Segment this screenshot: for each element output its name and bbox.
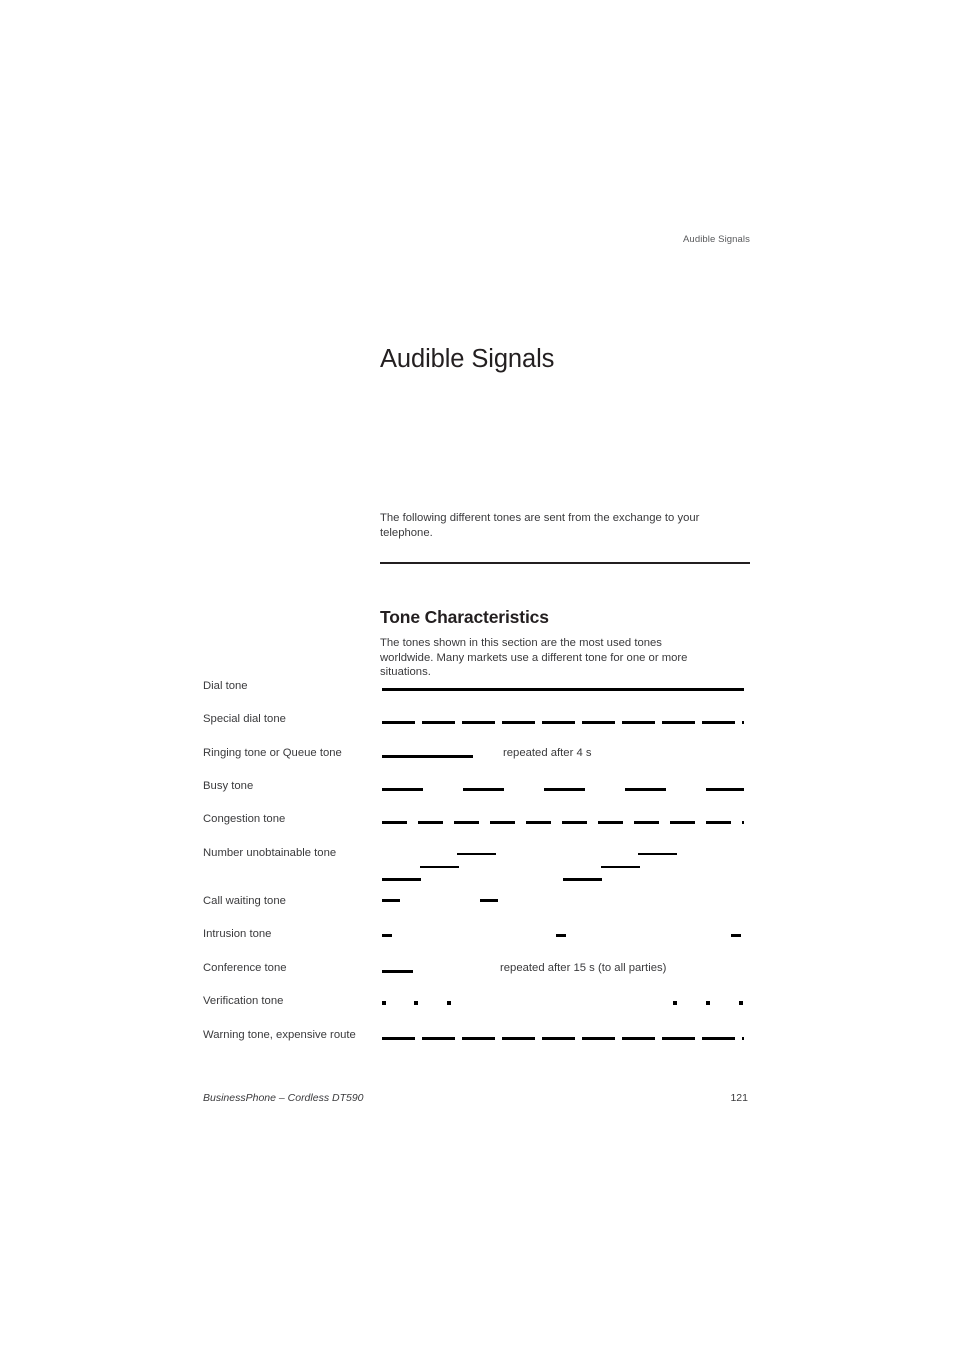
tone-pulse-segment [462,721,495,725]
tone-row-label: Intrusion tone [203,928,272,940]
tone-pulse-segment [462,1037,495,1041]
tone-row-label: Special dial tone [203,713,286,725]
tone-pulse-segment [706,821,731,825]
tone-pulse-segment [731,934,741,938]
tone-pulse-segment [544,788,585,792]
tone-pulse-segment [582,1037,615,1041]
tone-pulse-segment [382,1037,415,1041]
tone-pulse-segment [382,755,473,759]
tone-pulse-segment [382,878,421,882]
tone-row-label: Congestion tone [203,813,286,825]
tone-pulse-segment [742,721,744,725]
tone-pulse-segment [562,821,587,825]
tone-pulse-segment [490,821,515,825]
tone-pulse-segment [382,1001,386,1005]
tone-pulse-segment [542,1037,575,1041]
tone-pulse-segment [638,853,677,855]
tone-pulse-segment [634,821,659,825]
tone-pulse-segment [706,1001,710,1005]
tone-pulse-segment [706,788,744,792]
tone-pulse-segment [670,821,695,825]
tone-pulse-segment [414,1001,418,1005]
tone-pulse-segment [382,721,415,725]
footer-product-name: BusinessPhone – Cordless DT590 [203,1092,364,1104]
tone-row-label: Ringing tone or Queue tone [203,747,342,759]
tone-row-label: Call waiting tone [203,895,286,907]
tone-row-label: Busy tone [203,780,254,792]
tone-pulse-segment [662,721,695,725]
tone-pulse-segment [382,970,413,974]
tone-pulse-segment [702,1037,735,1041]
tone-pulse-segment [382,821,407,825]
tone-pulse-segment [739,1001,743,1005]
tone-characteristics-table: Dial tone Special dial tone Ringing tone o… [0,0,954,1351]
tone-row-label: Verification tone [203,995,284,1007]
tone-pulse-segment [447,1001,451,1005]
tone-row-label: Dial tone [203,680,248,692]
tone-pulse-segment [502,721,535,725]
tone-pulse-segment [601,866,640,868]
tone-pulse-segment [622,721,655,725]
tone-pulse-segment [422,721,455,725]
tone-pulse-segment [582,721,615,725]
tone-row-label: Conference tone [203,962,287,974]
tone-row-note: repeated after 15 s (to all parties) [500,962,667,974]
tone-pulse-segment [702,721,735,725]
tone-pulse-segment [625,788,666,792]
footer-page-number: 121 [730,1092,748,1104]
tone-pulse-segment [422,1037,455,1041]
tone-pulse-segment [382,934,392,938]
tone-pulse-segment [480,899,498,902]
tone-pulse-segment [542,721,575,725]
tone-pulse-segment [382,788,423,792]
tone-pulse-segment [742,1037,744,1041]
tone-pulse-segment [382,688,744,692]
tone-pulse-segment [418,821,443,825]
tone-pulse-segment [502,1037,535,1041]
tone-pulse-segment [622,1037,655,1041]
tone-pulse-segment [673,1001,677,1005]
tone-pulse-segment [463,788,504,792]
tone-pulse-segment [742,821,744,825]
tone-pulse-segment [526,821,551,825]
tone-pulse-segment [563,878,602,882]
tone-row-label: Warning tone, expensive route [203,1029,356,1041]
tone-pulse-segment [598,821,623,825]
tone-row-note: repeated after 4 s [503,747,592,759]
tone-pulse-segment [420,866,459,868]
tone-pulse-segment [454,821,479,825]
tone-row-label: Number unobtainable tone [203,847,337,859]
tone-pulse-segment [662,1037,695,1041]
tone-pulse-segment [382,899,400,902]
tone-pulse-segment [556,934,566,938]
tone-pulse-segment [457,853,496,855]
